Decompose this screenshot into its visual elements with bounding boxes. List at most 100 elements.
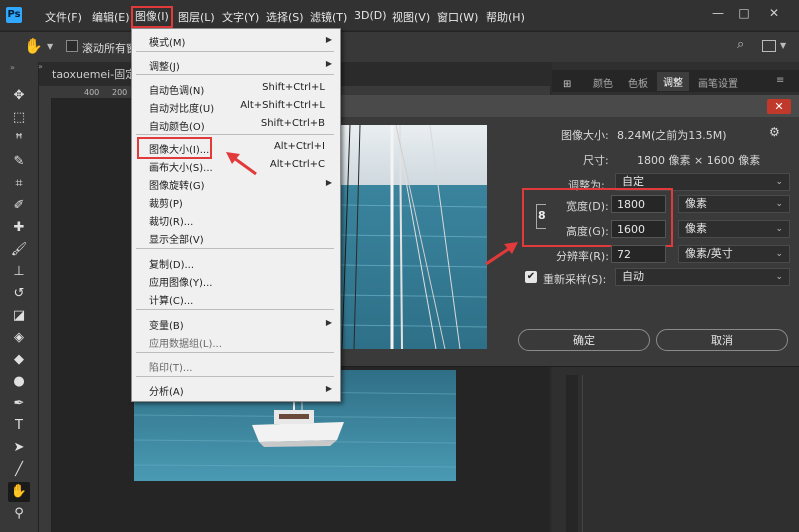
workspace-icon[interactable]: [762, 40, 776, 52]
cancel-button[interactable]: 取消: [656, 329, 788, 351]
line-tool-icon[interactable]: ╱: [8, 460, 30, 480]
menu-3d[interactable]: 3D(D): [354, 9, 387, 22]
dialog-close-button[interactable]: ✕: [767, 99, 791, 114]
pointer-arrow-dialog: [485, 242, 518, 266]
submenu-arrow-icon: ▶: [325, 318, 332, 327]
width-unit-dropdown[interactable]: 像素 ⌄: [678, 195, 790, 213]
link-bracket-top: [536, 204, 546, 205]
scroll-all-label: 滚动所有窗: [82, 42, 137, 55]
pen-tool-icon[interactable]: ✒: [8, 394, 30, 414]
shortcut-auto-contrast: Alt+Shift+Ctrl+L: [240, 100, 325, 111]
tab-adjustments[interactable]: 调整: [657, 72, 689, 91]
menu-separator: [136, 248, 334, 249]
image-preview[interactable]: [340, 125, 487, 349]
pointer-arrow-menu: [226, 152, 257, 176]
close-window-button[interactable]: ✕: [763, 4, 785, 22]
resolution-unit-dropdown[interactable]: 像素/英寸 ⌄: [678, 245, 790, 263]
eraser-tool-icon[interactable]: ◪: [8, 306, 30, 326]
brush-tool-icon[interactable]: 🖌: [8, 240, 30, 260]
hand-tool-icon[interactable]: ✋: [8, 482, 30, 502]
panel-scrollbar[interactable]: [566, 375, 578, 532]
menu-item-apply-data-set: 应用数据组(L)...: [149, 339, 222, 350]
blur-tool-icon[interactable]: ◆: [8, 350, 30, 370]
menu-item-trim[interactable]: 裁切(R)...: [149, 213, 193, 228]
collapse-panel-icon[interactable]: »: [38, 62, 43, 71]
width-input[interactable]: 1800: [611, 195, 666, 213]
crop-tool-icon[interactable]: ⌗: [8, 174, 30, 194]
shortcut-auto-tone: Shift+Ctrl+L: [262, 82, 325, 93]
menu-separator: [136, 51, 334, 52]
settings-gear-icon[interactable]: ⚙: [769, 125, 780, 139]
menu-item-auto-color[interactable]: 自动颜色(O): [149, 118, 205, 133]
move-tool-icon[interactable]: ✥: [8, 86, 30, 106]
menu-item-trap: 陷印(T)...: [149, 363, 193, 374]
search-icon[interactable]: ⌕: [737, 37, 744, 52]
resample-checkbox[interactable]: ✔: [525, 271, 537, 283]
maximize-button[interactable]: □: [733, 4, 755, 22]
menu-item-duplicate[interactable]: 复制(D)...: [149, 256, 194, 271]
tab-swatches[interactable]: 色板: [628, 75, 648, 90]
constrain-proportions-link-icon[interactable]: 8: [538, 209, 546, 222]
menu-item-canvas-size[interactable]: 画布大小(S)...: [149, 159, 213, 174]
dialog-title-bar[interactable]: [340, 95, 799, 117]
tab-color[interactable]: 颜色: [593, 75, 613, 90]
tab-brush-settings[interactable]: 画笔设置: [698, 75, 738, 90]
shortcut-image-size: Alt+Ctrl+I: [273, 141, 325, 152]
menu-item-analysis[interactable]: 分析(A): [149, 383, 184, 398]
chevron-down-icon: ⌄: [775, 177, 783, 187]
menu-image[interactable]: 图像(I): [131, 6, 173, 28]
menu-separator: [136, 134, 334, 135]
menu-separator: [136, 74, 334, 75]
panel-menu-icon[interactable]: ≡: [776, 75, 784, 86]
scroll-all-checkbox[interactable]: [66, 40, 78, 52]
menu-window[interactable]: 窗口(W): [437, 9, 478, 25]
chevron-down-icon[interactable]: ▼: [47, 42, 53, 51]
menu-item-image-rotation[interactable]: 图像旋转(G): [149, 177, 205, 192]
menu-item-reveal-all[interactable]: 显示全部(V): [149, 231, 204, 246]
fit-to-value: 自定: [622, 175, 644, 188]
resample-dropdown[interactable]: 自动 ⌄: [615, 268, 790, 286]
menu-filter[interactable]: 滤镜(T): [310, 9, 347, 25]
menu-item-calculations[interactable]: 计算(C)...: [149, 292, 193, 307]
dodge-tool-icon[interactable]: ●: [8, 372, 30, 392]
menu-layer[interactable]: 图层(L): [178, 9, 215, 25]
height-unit-dropdown[interactable]: 像素 ⌄: [678, 220, 790, 238]
menu-item-adjustments[interactable]: 调整(J): [149, 58, 180, 73]
submenu-arrow-icon: ▶: [325, 59, 332, 68]
submenu-arrow-icon: ▶: [325, 384, 332, 393]
menu-help[interactable]: 帮助(H): [486, 9, 525, 25]
resolution-input[interactable]: 72: [611, 245, 666, 263]
hand-icon: ✋: [24, 37, 43, 55]
ruler-mark: 400: [84, 88, 100, 97]
quick-select-tool-icon[interactable]: ✎: [8, 152, 30, 172]
menu-item-auto-tone[interactable]: 自动色调(N): [149, 82, 204, 97]
type-tool-icon[interactable]: T: [8, 416, 30, 436]
image-size-highlight: [137, 137, 212, 159]
zoom-tool-icon[interactable]: ⚲: [8, 504, 30, 524]
eyedropper-tool-icon[interactable]: ✐: [8, 196, 30, 216]
menu-select[interactable]: 选择(S): [266, 9, 304, 25]
workspace-chevron-icon[interactable]: ▼: [780, 41, 786, 50]
path-select-tool-icon[interactable]: ➤: [8, 438, 30, 458]
clone-stamp-tool-icon[interactable]: ⊥: [8, 262, 30, 282]
marquee-tool-icon[interactable]: ⬚: [8, 108, 30, 128]
paint-bucket-tool-icon[interactable]: ◈: [8, 328, 30, 348]
height-input[interactable]: 1600: [611, 220, 666, 238]
menu-view[interactable]: 视图(V): [392, 9, 430, 25]
menu-item-auto-contrast[interactable]: 自动对比度(U): [149, 100, 214, 115]
width-label: 宽度(D):: [566, 200, 609, 213]
minimize-button[interactable]: —: [707, 4, 729, 22]
menu-type[interactable]: 文字(Y): [222, 9, 259, 25]
panel-collapse-icon[interactable]: ⊞: [563, 79, 571, 90]
menu-file[interactable]: 文件(F): [45, 9, 82, 25]
ok-button[interactable]: 确定: [518, 329, 650, 351]
lasso-tool-icon[interactable]: ꟸ: [8, 130, 30, 150]
history-brush-tool-icon[interactable]: ↺: [8, 284, 30, 304]
menu-item-apply-image[interactable]: 应用图像(Y)...: [149, 274, 212, 289]
healing-brush-tool-icon[interactable]: ✚: [8, 218, 30, 238]
menu-item-crop[interactable]: 裁剪(P): [149, 195, 183, 210]
menu-edit[interactable]: 编辑(E): [92, 9, 130, 25]
collapse-tools-icon[interactable]: »: [10, 63, 15, 72]
menu-item-variables[interactable]: 变量(B): [149, 317, 184, 332]
menu-item-mode[interactable]: 模式(M): [149, 34, 185, 49]
